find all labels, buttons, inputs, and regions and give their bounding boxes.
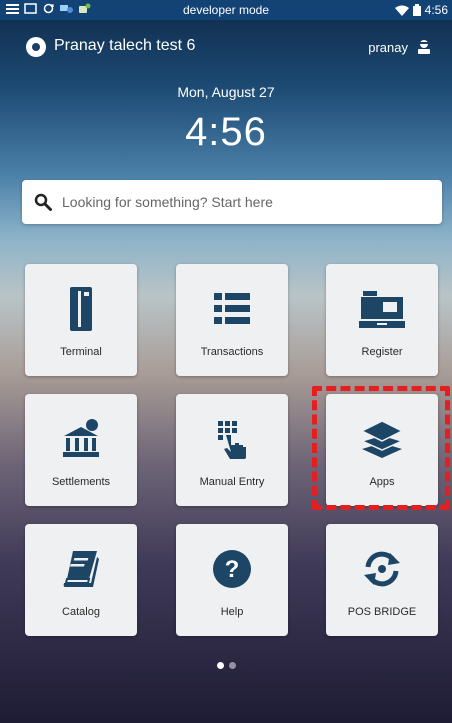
tile-register[interactable]: Register <box>326 264 438 376</box>
tile-catalog[interactable]: Catalog <box>25 524 137 636</box>
current-time: 4:56 <box>185 110 267 154</box>
tile-transactions[interactable]: Transactions <box>176 264 288 376</box>
store-name: Pranay talech test 6 <box>54 37 196 54</box>
bank-icon <box>63 419 99 457</box>
question-icon: ? <box>213 550 251 588</box>
book-icon <box>63 551 99 587</box>
tile-label: Help <box>220 606 244 618</box>
tile-label: Transactions <box>200 346 264 358</box>
svg-text:?: ? <box>225 556 240 583</box>
status-bar: developer mode 4:56 <box>0 0 452 20</box>
tile-manual-entry[interactable]: Manual Entry <box>176 394 288 506</box>
cash-register-icon <box>359 291 405 328</box>
page-dot-active[interactable] <box>216 662 224 669</box>
search-icon <box>34 193 52 211</box>
app-header: Pranay talech test 6 pranay <box>0 30 452 64</box>
sync-icon <box>364 551 400 587</box>
user-avatar-icon <box>418 40 430 54</box>
tile-settlements[interactable]: Settlements <box>25 394 137 506</box>
tile-label: Terminal <box>60 346 102 358</box>
tile-label: Register <box>361 346 403 358</box>
card-terminal-icon <box>70 287 92 331</box>
keypad-hand-icon <box>218 421 246 459</box>
tile-help[interactable]: ? Help <box>176 524 288 636</box>
page-indicator <box>0 662 452 669</box>
page-dot[interactable] <box>228 662 236 669</box>
list-icon <box>214 293 250 324</box>
status-time: 4:56 <box>424 3 448 17</box>
talech-logo <box>26 37 46 57</box>
search-bar[interactable] <box>22 180 442 224</box>
tile-pos-bridge[interactable]: POS BRIDGE <box>326 524 438 636</box>
search-input[interactable] <box>62 194 422 210</box>
tile-label: Settlements <box>51 476 111 488</box>
current-date: Mon, August 27 <box>177 84 275 100</box>
tile-label: Manual Entry <box>199 476 265 488</box>
battery-icon <box>412 4 421 16</box>
tile-label: POS BRIDGE <box>347 606 417 618</box>
tile-label: Catalog <box>62 606 100 618</box>
username: pranay <box>368 39 408 55</box>
developer-mode-text: developer mode <box>182 3 270 17</box>
user-menu[interactable]: pranay <box>368 39 432 55</box>
tile-terminal[interactable]: Terminal <box>25 264 137 376</box>
wifi-icon <box>394 5 409 16</box>
status-icons-right: 4:56 <box>394 3 448 17</box>
apps-highlight-box <box>312 386 450 510</box>
